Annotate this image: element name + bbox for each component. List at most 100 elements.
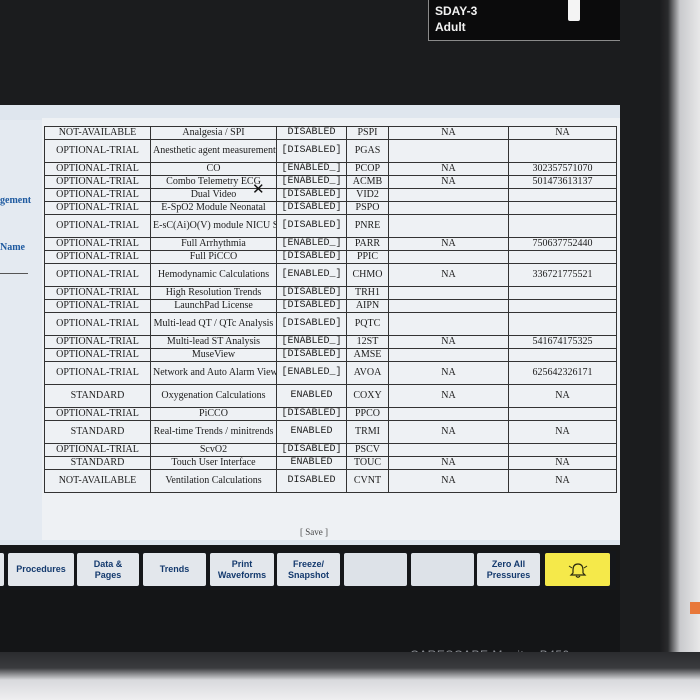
monitor-frame-right	[620, 0, 700, 700]
row-status: OPTIONAL-TRIAL	[44, 312, 151, 336]
row-enabled-state: [DISABLED]	[276, 299, 347, 313]
row-option-name: MuseView	[150, 348, 277, 362]
row-na: NA	[388, 361, 509, 385]
row-license-key	[508, 139, 617, 163]
row-option-name: Analgesia / SPI	[150, 126, 277, 140]
row-status: OPTIONAL-TRIAL	[44, 407, 151, 421]
row-option-name: LaunchPad License	[150, 299, 277, 313]
row-status: OPTIONAL-TRIAL	[44, 237, 151, 251]
table-row: OPTIONAL-TRIAL MuseView [DISABLED] AMSE	[44, 348, 617, 362]
save-link[interactable]: [ Save ]	[300, 527, 328, 537]
row-status: OPTIONAL-TRIAL	[44, 162, 151, 176]
row-license-key: 750637752440	[508, 237, 617, 251]
disabled-button[interactable]	[344, 553, 407, 586]
previous-button[interactable]	[0, 553, 4, 586]
table-row: OPTIONAL-TRIAL Hemodynamic Calculations [E…	[44, 263, 617, 287]
row-option-code: AMSE	[346, 348, 389, 362]
row-enabled-state: [DISABLED]	[276, 250, 347, 264]
row-option-name: Network and Auto Alarm View	[150, 361, 277, 385]
row-na: NA	[388, 420, 509, 444]
row-option-code: PARR	[346, 237, 389, 251]
table-row: OPTIONAL-TRIAL E-sC(Ai)O(V) module NICU S…	[44, 214, 617, 238]
row-na	[388, 250, 509, 264]
data-pages-button[interactable]: Data & Pages	[77, 553, 139, 586]
row-status: STANDARD	[44, 420, 151, 444]
row-option-name: Real-time Trends / minitrends	[150, 420, 277, 444]
row-na: NA	[388, 237, 509, 251]
monitor-bezel-bottom	[0, 590, 620, 652]
left-panel-label: gement	[0, 195, 32, 206]
row-enabled-state: [ENABLED_]	[276, 175, 347, 189]
procedures-button[interactable]: Procedures	[8, 553, 74, 586]
row-option-name: Ventilation Calculations	[150, 469, 277, 493]
row-enabled-state: [DISABLED]	[276, 214, 347, 238]
row-option-code: PQTC	[346, 312, 389, 336]
row-option-code: PSPI	[346, 126, 389, 140]
row-na: NA	[388, 126, 509, 140]
row-na	[388, 407, 509, 421]
alarm-button[interactable]	[545, 553, 610, 586]
row-option-name: High Resolution Trends	[150, 286, 277, 300]
row-na	[388, 201, 509, 215]
table-row: OPTIONAL-TRIAL Multi-lead QT / QTc Analys…	[44, 312, 617, 336]
table-row: OPTIONAL-TRIAL E-SpO2 Module Neonatal [DIS…	[44, 201, 617, 215]
table-row: NOT-AVAILABLE Ventilation Calculations DIS…	[44, 469, 617, 493]
row-status: OPTIONAL-TRIAL	[44, 139, 151, 163]
row-status: OPTIONAL-TRIAL	[44, 335, 151, 349]
zero-all-pressures-button[interactable]: Zero All Pressures	[477, 553, 540, 586]
row-enabled-state: [ENABLED_]	[276, 237, 347, 251]
row-na	[388, 443, 509, 457]
row-status: OPTIONAL-TRIAL	[44, 250, 151, 264]
battery-icon	[568, 0, 580, 21]
row-enabled-state: [DISABLED]	[276, 443, 347, 457]
row-status: NOT-AVAILABLE	[44, 469, 151, 493]
row-option-code: AIPN	[346, 299, 389, 313]
divider	[0, 273, 28, 274]
row-enabled-state: [ENABLED_]	[276, 263, 347, 287]
row-status: STANDARD	[44, 456, 151, 470]
freeze-snapshot-button[interactable]: Freeze/ Snapshot	[277, 553, 340, 586]
row-option-name: PiCCO	[150, 407, 277, 421]
row-enabled-state: [ENABLED_]	[276, 335, 347, 349]
row-license-key	[508, 188, 617, 202]
row-option-name: Full PiCCO	[150, 250, 277, 264]
row-option-name: Touch User Interface	[150, 456, 277, 470]
left-panel: gement Name	[0, 120, 42, 540]
orange-indicator	[690, 602, 700, 614]
row-enabled-state: [DISABLED]	[276, 188, 347, 202]
row-license-key	[508, 201, 617, 215]
row-option-code: CVNT	[346, 469, 389, 493]
print-waveforms-button[interactable]: Print Waveforms	[210, 553, 274, 586]
row-option-code: TRH1	[346, 286, 389, 300]
row-status: OPTIONAL-TRIAL	[44, 443, 151, 457]
row-enabled-state: DISABLED	[276, 469, 347, 493]
row-enabled-state: [DISABLED]	[276, 201, 347, 215]
row-license-key: 625642326171	[508, 361, 617, 385]
row-status: OPTIONAL-TRIAL	[44, 361, 151, 385]
row-na	[388, 139, 509, 163]
row-license-key: NA	[508, 126, 617, 140]
row-option-code: ACMB	[346, 175, 389, 189]
row-status: OPTIONAL-TRIAL	[44, 299, 151, 313]
row-na	[388, 214, 509, 238]
row-license-key	[508, 250, 617, 264]
row-option-code: AVOA	[346, 361, 389, 385]
row-license-key	[508, 348, 617, 362]
disabled-button[interactable]	[411, 553, 474, 586]
row-status: OPTIONAL-TRIAL	[44, 348, 151, 362]
row-option-code: PCOP	[346, 162, 389, 176]
row-option-name: E-sC(Ai)O(V) module NICU SW	[150, 214, 277, 238]
row-option-code: TOUC	[346, 456, 389, 470]
trends-button[interactable]: Trends	[143, 553, 206, 586]
row-enabled-state: [DISABLED]	[276, 348, 347, 362]
row-license-key	[508, 407, 617, 421]
row-na: NA	[388, 456, 509, 470]
patient-category: Adult	[435, 20, 466, 34]
row-na	[388, 188, 509, 202]
row-na: NA	[388, 175, 509, 189]
table-row: OPTIONAL-TRIAL ScvO2 [DISABLED] PSCV	[44, 443, 617, 457]
row-license-key	[508, 443, 617, 457]
table-row: OPTIONAL-TRIAL High Resolution Trends [DIS…	[44, 286, 617, 300]
row-option-name: Full Arrhythmia	[150, 237, 277, 251]
table-row: OPTIONAL-TRIAL Full PiCCO [DISABLED] PPIC	[44, 250, 617, 264]
